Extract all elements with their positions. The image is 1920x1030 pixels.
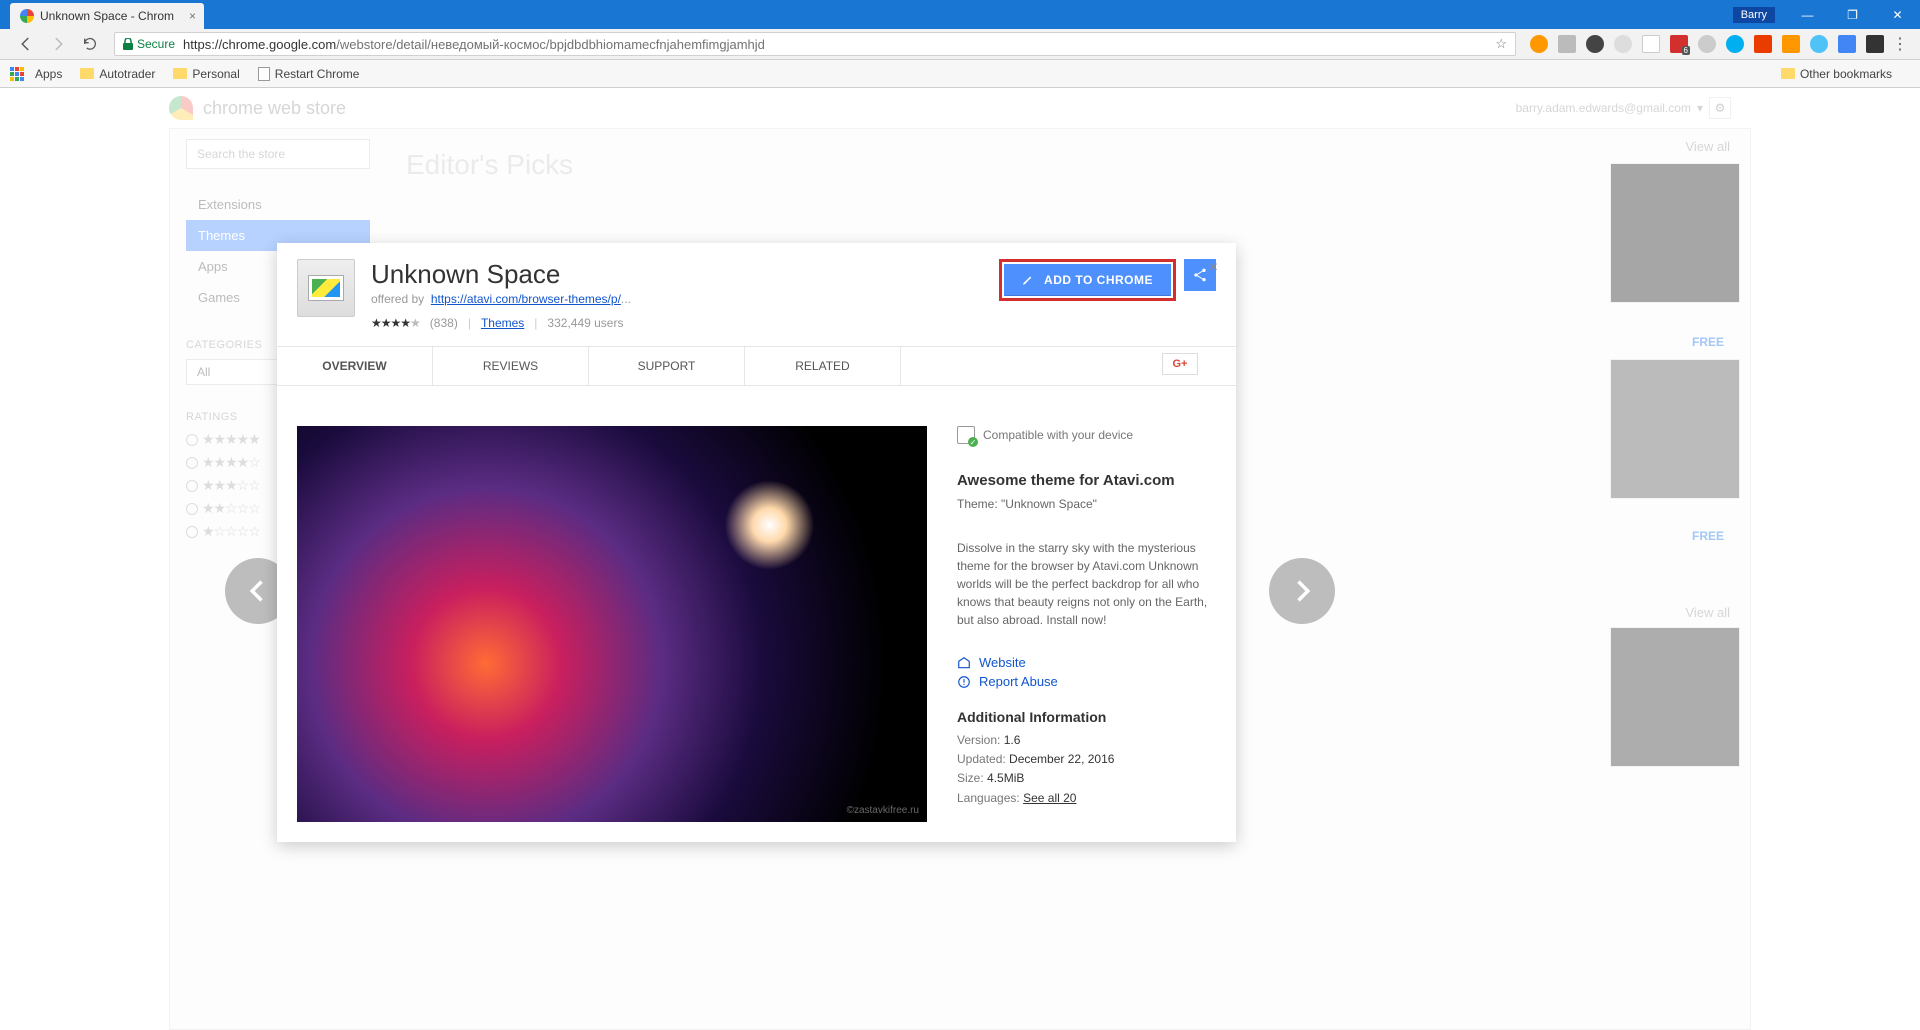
extension-icons: 6 [1524,35,1890,53]
offered-link[interactable]: https://atavi.com/browser-themes/p/ [431,292,621,306]
tab-support[interactable]: SUPPORT [589,347,745,385]
tab-related[interactable]: RELATED [745,347,901,385]
additional-info-heading: Additional Information [957,709,1216,725]
bookmark-star-icon[interactable]: ☆ [1495,36,1507,52]
extension-icon[interactable] [1698,35,1716,53]
website-link[interactable]: Website [957,655,1216,670]
extension-icon[interactable] [1726,35,1744,53]
extension-icon[interactable] [1782,35,1800,53]
tab-favicon-icon [20,9,34,23]
user-badge[interactable]: Barry [1733,7,1775,23]
window-titlebar: Unknown Space - Chrom × Barry — ❐ ✕ [0,0,1920,29]
screenshot-watermark: ©zastavkifree.ru [847,805,919,816]
bookmark-item[interactable]: Autotrader [80,67,155,81]
extension-icon[interactable]: 6 [1670,35,1688,53]
extension-icon[interactable] [1558,35,1576,53]
extension-icon[interactable] [1866,35,1884,53]
address-bar: Secure https://chrome.google.com/webstor… [0,29,1920,60]
url-text: https://chrome.google.com/webstore/detai… [183,37,765,52]
description: Dissolve in the starry sky with the myst… [957,539,1216,629]
add-to-chrome-highlight: ADD TO CHROME [999,259,1176,301]
window-close-icon[interactable]: ✕ [1875,0,1920,29]
page-icon [258,67,270,81]
info-row: Updated: December 22, 2016 [957,750,1216,769]
globe-icon [957,656,971,670]
extension-icon[interactable] [1586,35,1604,53]
forward-icon[interactable] [48,34,68,54]
themes-link[interactable]: Themes [481,316,524,330]
extension-icon[interactable] [1838,35,1856,53]
flag-icon [957,675,971,689]
brush-icon [1022,273,1036,287]
see-all-languages-link[interactable]: See all 20 [1023,791,1076,805]
google-plus-button[interactable]: G+ [1162,353,1198,375]
compatible-badge: Compatible with your device [957,426,1216,444]
bookmark-item[interactable]: Personal [173,67,239,81]
other-bookmarks[interactable]: Other bookmarks [1781,67,1892,81]
info-row: Size: 4.5MiB [957,769,1216,788]
tab-reviews[interactable]: REVIEWS [433,347,589,385]
close-icon[interactable]: × [1209,259,1218,277]
share-icon [1192,267,1208,283]
extension-icon[interactable] [1530,35,1548,53]
bookmarks-bar: Apps Autotrader Personal Restart Chrome … [0,60,1920,88]
tab-overview[interactable]: OVERVIEW [277,347,433,385]
tab-close-icon[interactable]: × [189,9,196,23]
extension-icon[interactable] [1754,35,1772,53]
folder-icon [1781,68,1795,79]
window-minimize-icon[interactable]: — [1785,0,1830,29]
secure-badge: Secure [123,37,175,51]
browser-tab[interactable]: Unknown Space - Chrom × [10,3,204,29]
rating-stars-icon: ★★★★★ [371,316,420,330]
theme-screenshot: ©zastavkifree.ru [297,426,927,822]
page-content: chrome web store barry.adam.edwards@gmai… [0,88,1920,1030]
folder-icon [173,68,187,79]
folder-icon [80,68,94,79]
extension-icon[interactable] [1810,35,1828,53]
detail-heading: Awesome theme for Atavi.com [957,472,1216,489]
window-maximize-icon[interactable]: ❐ [1830,0,1875,29]
extension-icon[interactable] [1614,35,1632,53]
apps-icon [10,67,24,81]
info-row: Version: 1.6 [957,731,1216,750]
offered-by: offered by https://atavi.com/browser-the… [371,292,631,306]
carousel-next-icon[interactable] [1269,558,1335,624]
extension-icon[interactable] [1642,35,1660,53]
chrome-menu-icon[interactable]: ⋮ [1890,34,1910,54]
extension-modal: × Unknown Space offered by https://atavi… [277,243,1236,842]
bookmark-item[interactable]: Restart Chrome [258,67,360,81]
tab-title: Unknown Space - Chrom [40,9,174,23]
add-to-chrome-button[interactable]: ADD TO CHROME [1004,264,1171,296]
info-row: Languages: See all 20 [957,789,1216,808]
user-count: 332,449 users [547,316,623,330]
modal-tabs: OVERVIEW REVIEWS SUPPORT RELATED [277,346,1236,386]
device-check-icon [957,426,975,444]
report-abuse-link[interactable]: Report Abuse [957,674,1216,689]
theme-name-line: Theme: "Unknown Space" [957,495,1216,513]
url-input[interactable]: Secure https://chrome.google.com/webstor… [114,32,1516,56]
back-icon[interactable] [16,34,36,54]
extension-app-icon [297,259,355,317]
apps-shortcut[interactable]: Apps [10,67,62,81]
rating-count: (838) [430,316,458,330]
reload-icon[interactable] [80,34,100,54]
extension-name: Unknown Space [371,259,631,290]
